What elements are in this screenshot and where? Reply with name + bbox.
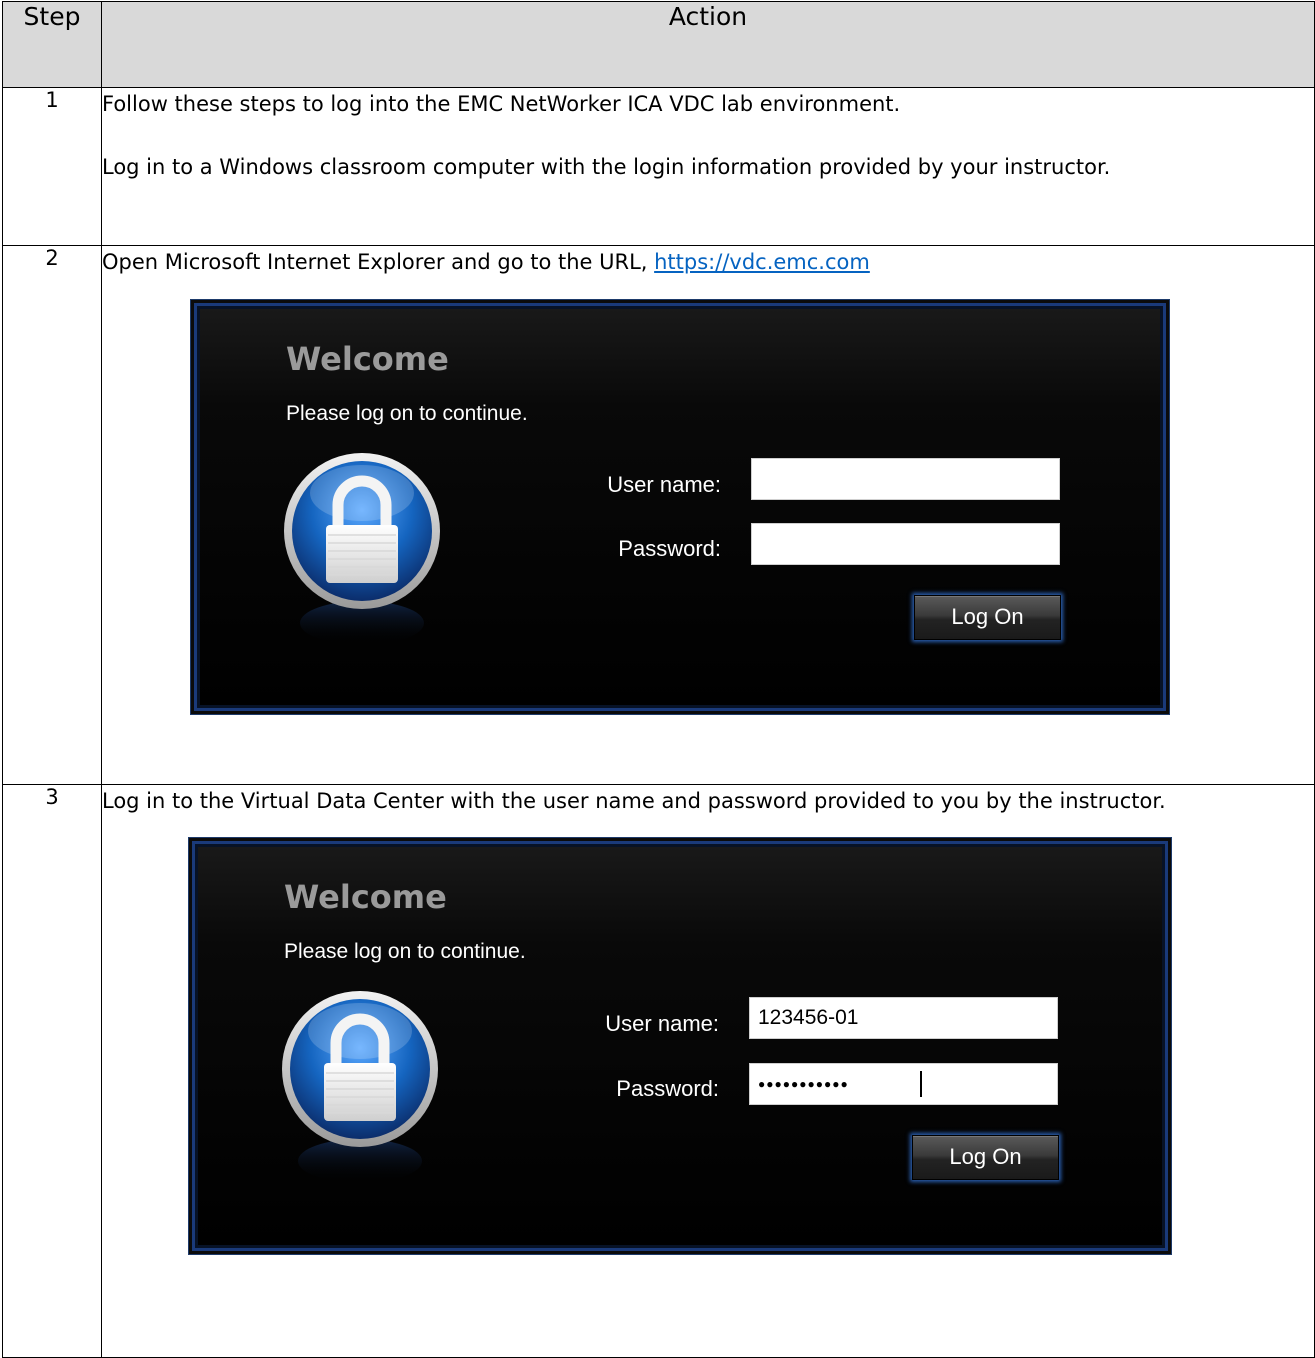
steps-table: Step Action 1 Follow these steps to log … xyxy=(2,1,1315,1358)
vdc-url-link[interactable]: https://vdc.emc.com xyxy=(654,250,870,274)
username-label: User name: xyxy=(605,1011,719,1036)
step-action: Follow these steps to log into the EMC N… xyxy=(101,87,1315,246)
welcome-title: Welcome xyxy=(286,340,449,378)
table-row: 2 Open Microsoft Internet Explorer and g… xyxy=(2,245,1315,785)
step-number: 1 xyxy=(2,87,102,246)
table-row: 3 Log in to the Virtual Data Center with… xyxy=(2,784,1315,1358)
text-cursor xyxy=(920,1071,922,1097)
password-label: Password: xyxy=(616,1076,719,1101)
step-number: 3 xyxy=(2,784,102,1358)
login-subtitle: Please log on to continue. xyxy=(286,402,528,425)
password-input[interactable]: ●●●●●●●●●●● xyxy=(749,1063,1058,1105)
username-input[interactable] xyxy=(749,997,1058,1039)
step-text: Open Microsoft Internet Explorer and go … xyxy=(102,250,655,274)
welcome-title: Welcome xyxy=(284,878,447,916)
login-subtitle: Please log on to continue. xyxy=(284,940,526,963)
username-input[interactable] xyxy=(751,458,1060,500)
step-action: Log in to the Virtual Data Center with t… xyxy=(101,784,1315,1358)
login-dialog: Welcome Please log on to continue. User … xyxy=(190,299,1170,715)
username-label: User name: xyxy=(607,472,721,497)
step-number: 2 xyxy=(2,245,102,785)
login-dialog: Welcome Please log on to continue. User … xyxy=(188,837,1172,1255)
padlock-icon xyxy=(284,453,440,643)
password-label: Password: xyxy=(618,536,721,561)
step-action: Open Microsoft Internet Explorer and go … xyxy=(101,245,1315,785)
table-header-row: Step Action xyxy=(2,1,1315,88)
step-column-header: Step xyxy=(2,1,102,88)
step-paragraph: Follow these steps to log into the EMC N… xyxy=(102,92,901,116)
log-on-button[interactable]: Log On xyxy=(912,1135,1059,1180)
step-text: Log in to the Virtual Data Center with t… xyxy=(102,789,1166,813)
password-input[interactable] xyxy=(751,523,1060,565)
log-on-button[interactable]: Log On xyxy=(914,595,1061,640)
padlock-icon xyxy=(282,991,438,1181)
step-paragraph: Log in to a Windows classroom computer w… xyxy=(102,155,1111,179)
table-row: 1 Follow these steps to log into the EMC… xyxy=(2,87,1315,246)
action-column-header: Action xyxy=(101,1,1315,88)
